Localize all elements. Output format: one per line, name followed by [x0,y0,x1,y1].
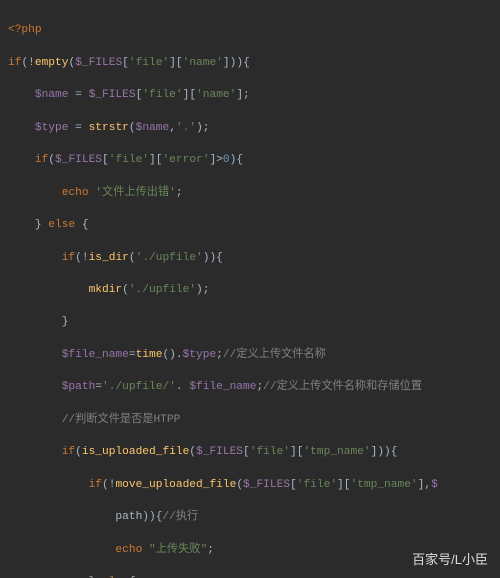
code-line: if($_FILES['file']['error']>0){ [8,152,492,168]
code-line: path)){//执行 [8,509,492,525]
code-line: $type = strstr($name,'.'); [8,120,492,136]
code-line: //判断文件是否是HTPP [8,412,492,428]
code-line: if(!empty($_FILES['file']['name'])){ [8,55,492,71]
code-line: if(!is_dir('./upfile')){ [8,250,492,266]
code-line: $path='./upfile/'. $file_name;//定义上传文件名称… [8,379,492,395]
code-line: if(is_uploaded_file($_FILES['file']['tmp… [8,444,492,460]
code-line: mkdir('./upfile'); [8,282,492,298]
code-line: } else{ [8,574,492,578]
code-line: if(!move_uploaded_file($_FILES['file']['… [8,477,492,493]
code-line: echo '文件上传出错'; [8,185,492,201]
code-editor: <?php if(!empty($_FILES['file']['name'])… [0,0,500,578]
code-line: echo "上传失败"; [8,542,492,558]
code-line: } [8,314,492,330]
code-line: $name = $_FILES['file']['name']; [8,87,492,103]
code-line: $file_name=time().$type;//定义上传文件名称 [8,347,492,363]
code-line: <?php [8,22,492,38]
code-line: } else { [8,217,492,233]
